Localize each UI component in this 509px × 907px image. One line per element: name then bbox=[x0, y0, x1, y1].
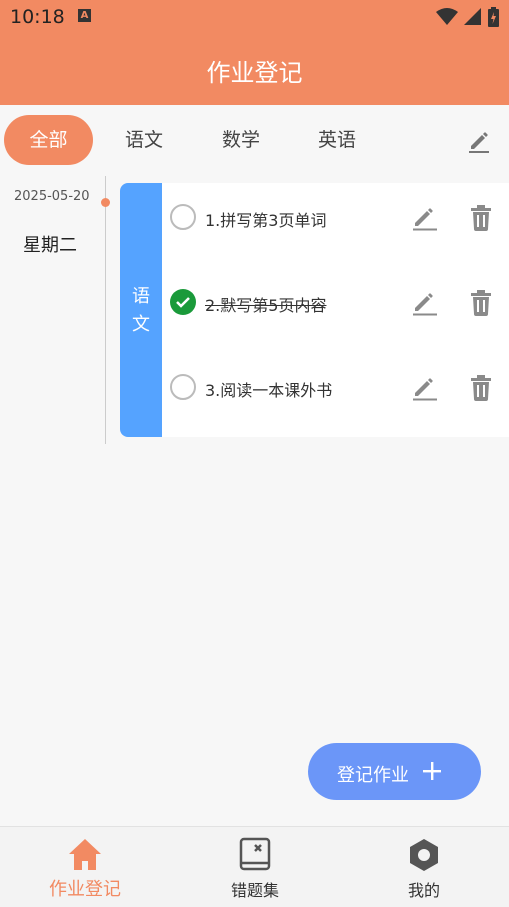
homework-card: 语文 1.拼写第3页单词 2.默写第5页内容 3.阅读一本课外书 bbox=[120, 183, 509, 437]
check-icon bbox=[176, 297, 190, 308]
edit-icon[interactable] bbox=[412, 375, 438, 401]
weekday-label: 星期二 bbox=[23, 235, 77, 256]
subject-tabs: 全部 语文 数学 英语 bbox=[0, 105, 509, 177]
timeline-dot bbox=[101, 198, 110, 207]
timeline-line bbox=[105, 176, 106, 444]
subject-strip: 语文 bbox=[120, 183, 162, 437]
battery-icon bbox=[488, 7, 499, 27]
tab-math[interactable]: 数学 bbox=[207, 115, 275, 165]
task-text: 2.默写第5页内容 bbox=[205, 296, 327, 315]
tab-chinese[interactable]: 语文 bbox=[110, 115, 178, 165]
nav-mistakes[interactable]: 错题集 bbox=[170, 827, 340, 907]
edit-icon[interactable] bbox=[412, 290, 438, 316]
page-title: 作业登记 bbox=[206, 59, 303, 87]
add-homework-label: 登记作业 bbox=[337, 765, 409, 786]
add-homework-button[interactable]: 登记作业 bbox=[308, 743, 481, 800]
bottom-nav: 作业登记 错题集 我的 bbox=[0, 826, 509, 907]
task-item: 3.阅读一本课外书 bbox=[162, 353, 509, 437]
task-checkbox[interactable] bbox=[170, 204, 196, 230]
task-item: 2.默写第5页内容 bbox=[162, 268, 509, 352]
nav-homework[interactable]: 作业登记 bbox=[0, 827, 170, 907]
status-icons bbox=[436, 7, 499, 27]
app-header: 10:18 A 作业登记 bbox=[0, 0, 509, 105]
nav-mine-label: 我的 bbox=[407, 881, 440, 900]
date-label: 2025-05-20 bbox=[14, 189, 90, 204]
task-item: 1.拼写第3页单词 bbox=[162, 183, 509, 267]
task-text: 1.拼写第3页单词 bbox=[205, 211, 327, 230]
tab-all[interactable]: 全部 bbox=[4, 115, 93, 165]
signal-icon bbox=[464, 8, 481, 25]
task-checkbox[interactable] bbox=[170, 374, 196, 400]
subject-label: 语文 bbox=[132, 286, 150, 335]
task-text: 3.阅读一本课外书 bbox=[205, 381, 333, 400]
tab-english[interactable]: 英语 bbox=[303, 115, 371, 165]
notification-icon: A bbox=[78, 9, 91, 22]
nav-mistakes-label: 错题集 bbox=[230, 881, 279, 900]
book-icon bbox=[239, 837, 271, 871]
wifi-icon bbox=[436, 8, 458, 25]
edit-tabs-icon[interactable] bbox=[467, 129, 491, 153]
hexagon-icon bbox=[410, 839, 438, 871]
home-icon bbox=[69, 839, 101, 870]
trash-icon[interactable] bbox=[469, 375, 493, 401]
trash-icon[interactable] bbox=[469, 290, 493, 316]
nav-mine[interactable]: 我的 bbox=[339, 827, 509, 907]
status-bar: 10:18 A bbox=[0, 0, 509, 34]
edit-icon[interactable] bbox=[412, 205, 438, 231]
task-checkbox-checked[interactable] bbox=[170, 289, 196, 315]
trash-icon[interactable] bbox=[469, 205, 493, 231]
nav-homework-label: 作业登记 bbox=[49, 879, 121, 900]
status-time: 10:18 bbox=[10, 6, 65, 28]
plus-icon bbox=[423, 762, 441, 780]
